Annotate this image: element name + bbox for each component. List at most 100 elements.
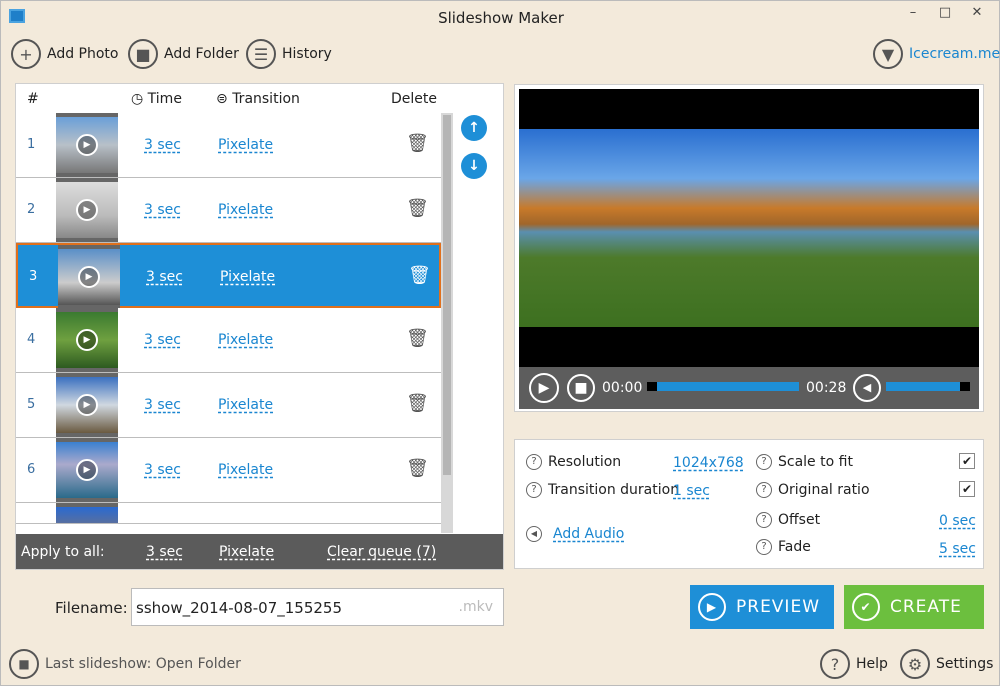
thumbnail[interactable]: ▶ <box>56 178 118 242</box>
preview-button[interactable]: ▶ PREVIEW <box>690 585 834 629</box>
trash-icon[interactable]: 🗑 <box>406 198 429 219</box>
header-delete: Delete <box>391 91 437 107</box>
thumbnail[interactable]: ▶ <box>58 245 120 309</box>
play-button[interactable]: ▶ <box>529 373 559 403</box>
list-item[interactable]: 5 ▶ 3 sec Pixelate 🗑 <box>16 373 441 438</box>
scale-to-fit-checkbox[interactable]: ✔ <box>959 453 975 469</box>
folder-icon: ■ <box>9 649 39 679</box>
volume-slider[interactable] <box>886 382 970 391</box>
time-link[interactable]: 3 sec <box>144 202 181 218</box>
list-item[interactable]: 7 ▶ 3 sec Pixelate 🗑 <box>16 503 441 524</box>
list-item[interactable]: 6 ▶ 3 sec Pixelate 🗑 <box>16 438 441 503</box>
create-button[interactable]: ✔ CREATE <box>844 585 984 629</box>
last-slideshow-link[interactable]: ■ Last slideshow: Open Folder <box>9 649 241 679</box>
seek-bar[interactable] <box>647 382 799 391</box>
transition-duration-link[interactable]: 1 sec <box>673 483 710 499</box>
time-link[interactable]: 3 sec <box>144 137 181 153</box>
transition-link[interactable]: Pixelate <box>220 269 275 285</box>
stop-button[interactable]: ■ <box>567 374 595 402</box>
preview-panel: ▶ ■ 00:00 00:28 ◀ <box>514 84 984 412</box>
transition-link[interactable]: Pixelate <box>218 137 273 153</box>
transition-link[interactable]: Pixelate <box>218 397 273 413</box>
transition-link[interactable]: Pixelate <box>218 462 273 478</box>
apply-to-all-bar: Apply to all: 3 sec Pixelate Clear queue… <box>16 534 503 569</box>
time-link[interactable]: 3 sec <box>144 332 181 348</box>
play-icon[interactable]: ▶ <box>76 199 98 221</box>
plus-icon: + <box>11 39 41 69</box>
thumbnail[interactable]: ▶ <box>56 113 118 177</box>
play-icon[interactable]: ▶ <box>76 329 98 351</box>
thumbnail[interactable]: ▶ <box>56 373 118 437</box>
play-icon[interactable]: ▶ <box>76 134 98 156</box>
list-item[interactable]: 1 ▶ 3 sec Pixelate 🗑 <box>16 113 441 178</box>
history-button[interactable]: ☰ History <box>246 39 332 69</box>
transition-link[interactable]: Pixelate <box>218 332 273 348</box>
volume-icon[interactable]: ◀ <box>853 374 881 402</box>
list-icon: ☰ <box>246 39 276 69</box>
original-ratio-checkbox[interactable]: ✔ <box>959 481 975 497</box>
resolution-label: Resolution <box>548 454 622 470</box>
trash-icon[interactable]: 🗑 <box>406 523 429 524</box>
play-icon[interactable]: ▶ <box>78 266 100 288</box>
help-icon[interactable]: ? <box>756 512 772 528</box>
play-icon[interactable]: ▶ <box>76 459 98 481</box>
history-label: History <box>282 46 332 62</box>
video-area <box>519 89 979 367</box>
preview-image <box>519 129 979 327</box>
transition-link[interactable]: Pixelate <box>218 202 273 218</box>
time-link[interactable]: 3 sec <box>144 397 181 413</box>
add-folder-button[interactable]: ■ Add Folder <box>128 39 239 69</box>
preview-label: PREVIEW <box>736 597 820 617</box>
minimize-button[interactable]: – <box>899 5 927 25</box>
help-icon[interactable]: ? <box>756 482 772 498</box>
time-link[interactable]: 3 sec <box>146 269 183 285</box>
trash-icon[interactable]: 🗑 <box>406 458 429 479</box>
thumbnail[interactable]: ▶ <box>56 503 118 523</box>
clear-queue-link[interactable]: Clear queue (7) <box>327 544 436 560</box>
fade-label: Fade <box>778 539 811 555</box>
help-button[interactable]: ? Help <box>820 649 888 679</box>
list-item[interactable]: 3 ▶ 3 sec Pixelate 🗑 <box>16 243 441 309</box>
filename-input[interactable]: sshow_2014-08-07_155255 .mkv <box>131 588 504 626</box>
help-icon[interactable]: ? <box>526 482 542 498</box>
close-button[interactable]: ✕ <box>963 5 991 25</box>
add-photo-button[interactable]: + Add Photo <box>11 39 119 69</box>
offset-link[interactable]: 0 sec <box>939 513 976 529</box>
move-up-button[interactable]: ↑ <box>461 115 487 141</box>
thumbnail[interactable]: ▶ <box>56 438 118 502</box>
trash-icon[interactable]: 🗑 <box>406 393 429 414</box>
filename-value: sshow_2014-08-07_155255 <box>136 599 343 617</box>
icecream-link[interactable]: ▼ Icecream.me <box>873 39 1000 69</box>
trash-icon[interactable]: 🗑 <box>406 328 429 349</box>
list-scrollbar[interactable] <box>441 113 453 533</box>
play-icon[interactable]: ▶ <box>76 394 98 416</box>
icecream-logo-icon: ▼ <box>873 39 903 69</box>
maximize-button[interactable]: □ <box>931 5 959 25</box>
fade-link[interactable]: 5 sec <box>939 541 976 557</box>
original-ratio-label: Original ratio <box>778 482 870 498</box>
header-time: ◷ Time <box>131 91 182 107</box>
create-label: CREATE <box>890 597 962 617</box>
apply-transition-link[interactable]: Pixelate <box>219 544 274 560</box>
seek-handle[interactable] <box>647 382 657 391</box>
brand-label: Icecream.me <box>909 46 1000 62</box>
header-transition-label: Transition <box>232 91 300 107</box>
help-icon[interactable]: ? <box>526 454 542 470</box>
thumbnail[interactable]: ▶ <box>56 308 118 372</box>
volume-handle[interactable] <box>960 382 970 391</box>
help-icon[interactable]: ? <box>756 539 772 555</box>
trash-icon[interactable]: 🗑 <box>408 265 431 286</box>
list-item[interactable]: 4 ▶ 3 sec Pixelate 🗑 <box>16 308 441 373</box>
settings-button[interactable]: ⚙ Settings <box>900 649 993 679</box>
resolution-link[interactable]: 1024x768 <box>673 455 744 471</box>
time-link[interactable]: 3 sec <box>144 462 181 478</box>
row-number: 1 <box>27 137 36 152</box>
question-icon: ? <box>820 649 850 679</box>
apply-time-link[interactable]: 3 sec <box>146 544 183 560</box>
trash-icon[interactable]: 🗑 <box>406 133 429 154</box>
scrollbar-thumb[interactable] <box>443 115 451 475</box>
list-item[interactable]: 2 ▶ 3 sec Pixelate 🗑 <box>16 178 441 243</box>
add-audio-link[interactable]: Add Audio <box>553 526 624 542</box>
move-down-button[interactable]: ↓ <box>461 153 487 179</box>
help-icon[interactable]: ? <box>756 454 772 470</box>
